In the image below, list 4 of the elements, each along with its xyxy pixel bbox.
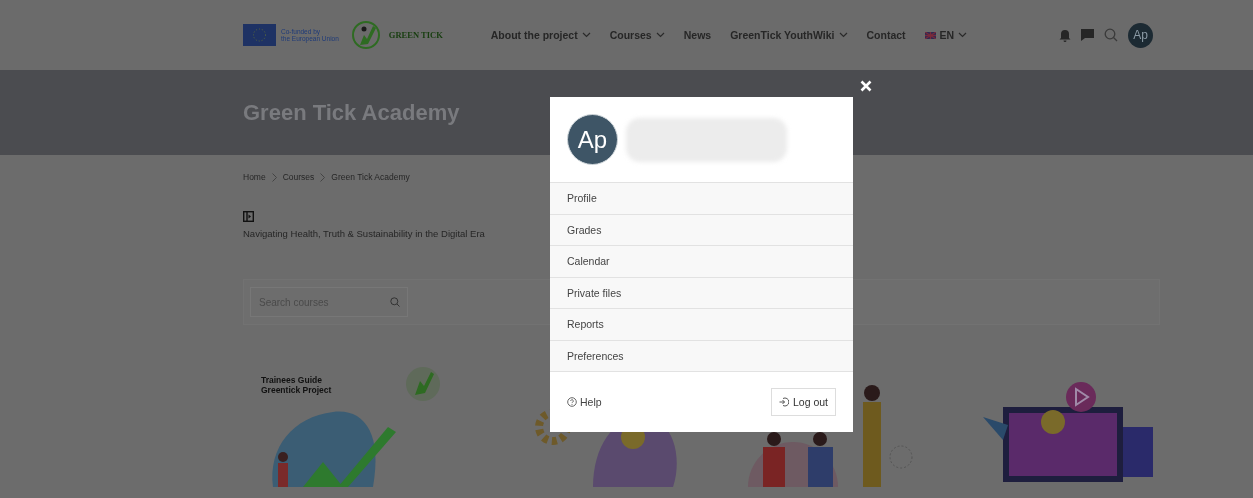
user-avatar: Ap xyxy=(567,114,618,165)
brand-name: GREEN TICK xyxy=(388,30,443,40)
course-summary: Navigating Health, Truth & Sustainability in the Digital Era xyxy=(243,228,485,239)
course-image-title: Trainees Guide Greentick Project xyxy=(261,375,332,395)
